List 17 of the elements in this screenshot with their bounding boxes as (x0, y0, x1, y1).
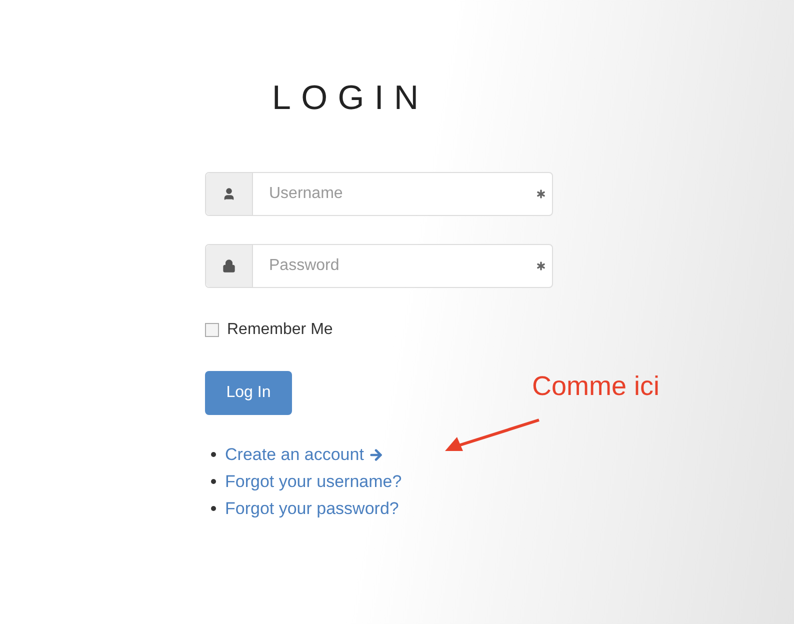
input-group[interactable]: Username (205, 172, 553, 216)
lock-icon (222, 259, 236, 273)
bullet-icon (211, 506, 216, 511)
link[interactable]: Forgot your username? (225, 468, 402, 494)
bullet-icon (211, 452, 216, 457)
login-button[interactable]: Log In (205, 371, 292, 415)
user-icon (222, 187, 236, 201)
login-title: LOGIN (272, 78, 429, 118)
input-field[interactable]: Username (253, 173, 534, 215)
bullet-icon (211, 479, 216, 484)
link[interactable]: Forgot your password? (225, 496, 399, 522)
input-field[interactable]: Password (253, 245, 534, 287)
checkbox[interactable] (205, 323, 219, 337)
link[interactable]: Create an account (225, 442, 384, 468)
remember-label: Remember Me (227, 320, 333, 340)
annotation-text: Comme ici (532, 370, 660, 403)
input-group[interactable]: Password (205, 244, 553, 288)
